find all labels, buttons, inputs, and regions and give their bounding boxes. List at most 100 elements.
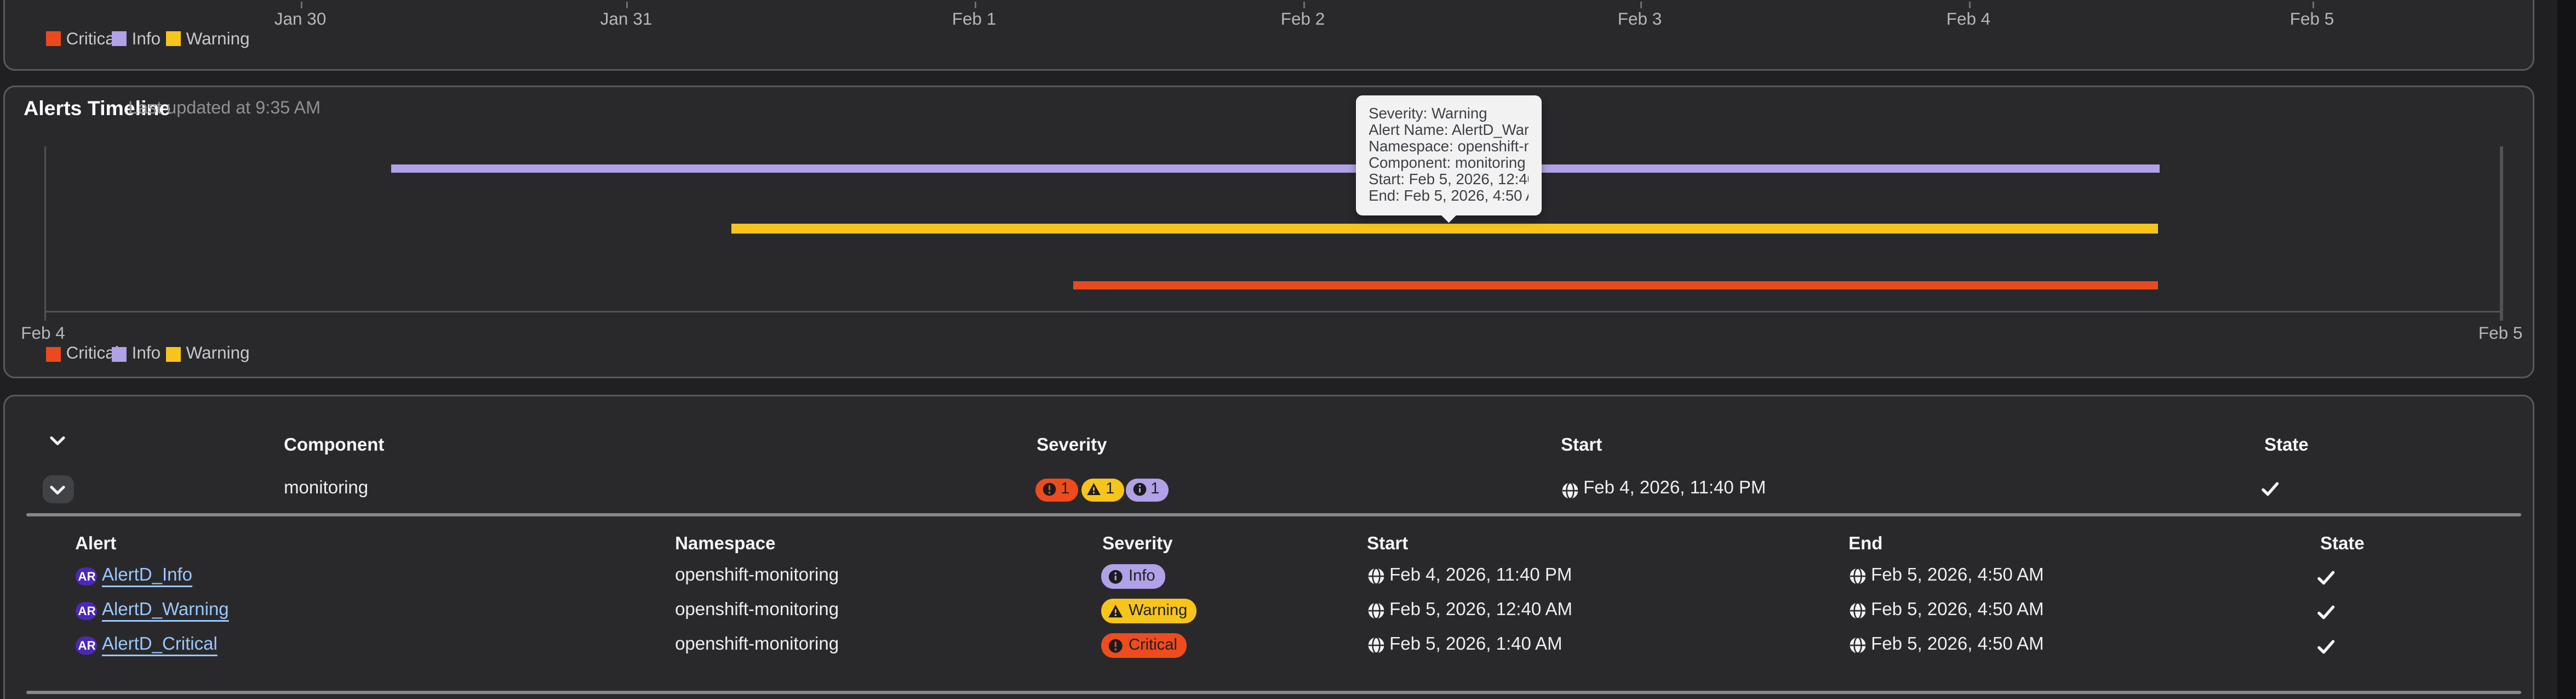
tooltip-caret [1440,206,1457,223]
legend-label-info: Info [131,29,161,49]
alert-rule-badge: AR [76,602,98,621]
chevron-down-icon [50,485,66,494]
namespace-cell: openshift-monitoring [675,600,839,621]
expand-all-chevron-icon[interactable] [48,430,68,450]
warning-count: 1 [1106,481,1115,499]
x-axis-tick-label: Feb 2 [1280,10,1325,30]
column-header-severity: Severity [1037,436,1107,456]
severity-text: Critical [1129,637,1177,655]
alert-end-cell: Feb 5, 2026, 4:50 AM [1871,635,2044,655]
exclamation-triangle-icon [1109,604,1124,618]
page-content: Jan 30 Jan 31 Feb 1 Feb 2 Feb 3 Feb 4 Fe… [0,0,2557,699]
y-axis-line-left [44,146,46,312]
globe-icon [1849,568,1865,586]
state-check-icon [2262,482,2279,496]
alert-link-critical[interactable]: AlertD_Critical [102,635,217,657]
horizontal-scrollbar[interactable] [26,513,2522,516]
column-header-start: Start [1367,535,1409,555]
namespace-cell: openshift-monitoring [675,566,839,586]
x-axis-tick-label: Jan 31 [600,10,652,30]
row-expand-toggle-button[interactable] [42,475,74,504]
x-axis-tick [1968,2,1971,8]
last-updated-text: Last updated at 9:35 AM [128,99,321,119]
horizontal-scrollbar[interactable] [26,690,2522,694]
x-axis-tick-label: Feb 1 [952,10,997,30]
info-count-badge[interactable]: 1 [1126,478,1169,502]
alerts-timeline-card: Alerts Timeline Last updated at 9:35 AM … [3,86,2534,378]
component-cell: monitoring [284,479,369,499]
timeline-bar-warning[interactable] [732,224,2158,234]
state-check-icon [2318,570,2335,584]
legend-label-warning: Warning [186,344,250,363]
tooltip-namespace: Namespace: openshift-monitoring [1369,138,1528,155]
column-header-namespace: Namespace [675,535,776,555]
tooltip-alert-name: Alert Name: AlertD_Warning [1369,122,1529,139]
x-axis-tick-label: Jan 30 [274,10,327,30]
legend-swatch-critical [45,31,61,46]
alert-end-cell: Feb 5, 2026, 4:50 AM [1871,600,2044,621]
state-check-icon [2318,639,2335,653]
critical-count-badge[interactable]: 1 [1036,478,1079,502]
column-header-end: End [1848,535,1883,555]
x-axis-tick-label: Feb 3 [1617,10,1662,30]
x-axis-tick-label: Feb 5 [2289,10,2334,30]
severity-text: Warning [1129,602,1188,621]
state-check-icon [2318,604,2335,618]
severity-text: Info [1129,567,1155,586]
column-header-state: State [2320,535,2365,555]
column-header-severity: Severity [1102,535,1173,555]
globe-icon [1367,637,1384,655]
severity-label-info: Info [1102,565,1165,589]
timeline-bar-critical[interactable] [1073,281,2158,291]
chart-tooltip: Severity: Warning Alert Name: AlertD_War… [1355,94,1542,223]
x-axis-tick [1640,2,1642,8]
tooltip-component: Component: monitoring [1369,155,1526,172]
x-axis-tick [300,2,302,8]
alert-link-warning[interactable]: AlertD_Warning [102,601,229,622]
alert-end-cell: Feb 5, 2026, 4:50 AM [1871,566,2044,586]
column-header-state: State [2264,436,2309,456]
x-axis-tick [974,2,976,8]
severity-label-warning: Warning [1102,599,1198,623]
x-axis-tick-label: Feb 4 [1946,10,1991,30]
alert-start-cell: Feb 4, 2026, 11:40 PM [1389,566,1572,586]
exclamation-circle-icon [1043,484,1056,497]
alert-link-info[interactable]: AlertD_Info [102,566,192,588]
warning-count-badge[interactable]: 1 [1081,478,1124,502]
legend-swatch-warning [165,346,181,361]
globe-icon [1561,481,1578,499]
incidents-page: Jan 30 Jan 31 Feb 1 Feb 2 Feb 3 Feb 4 Fe… [0,0,2576,699]
alert-start-cell: Feb 5, 2026, 12:40 AM [1389,600,1573,621]
timeline-bar-info[interactable] [392,164,2161,174]
legend-label-warning: Warning [186,29,250,49]
column-header-component: Component [284,436,385,456]
severity-count-badges: 1 1 1 [1036,478,1169,502]
legend-label-info: Info [131,344,161,363]
legend-swatch-warning [165,31,181,46]
column-header-start: Start [1561,436,1602,456]
x-axis-start-label: Feb 4 [21,323,65,343]
component-start-cell: Feb 4, 2026, 11:40 PM [1583,479,1766,499]
column-header-alert: Alert [75,535,117,555]
critical-count: 1 [1061,481,1070,499]
tooltip-start: Start: Feb 5, 2026, 12:40 AM [1369,171,1528,188]
globe-icon [1849,603,1865,620]
legend-swatch-critical [45,346,61,361]
info-circle-icon [1109,570,1123,584]
alert-start-cell: Feb 5, 2026, 1:40 AM [1389,635,1562,655]
info-count: 1 [1150,481,1160,499]
namespace-cell: openshift-monitoring [675,635,839,655]
alert-rule-badge: AR [76,567,98,586]
x-axis-end-label: Feb 5 [2478,323,2523,343]
legend-swatch-info [111,346,127,361]
x-axis-tick [2312,2,2314,8]
x-axis-tick [626,2,628,8]
exclamation-triangle-icon [1087,484,1101,496]
x-axis-tick-start [44,311,46,321]
legend-swatch-info [111,31,127,46]
severity-label-critical: Critical [1102,634,1187,658]
globe-icon [1849,637,1865,655]
tooltip-end: End: Feb 5, 2026, 4:50 AM [1369,187,1528,204]
tooltip-severity: Severity: Warning [1369,105,1487,122]
alerts-table-card: Component Severity Start State monitorin… [3,395,2534,699]
